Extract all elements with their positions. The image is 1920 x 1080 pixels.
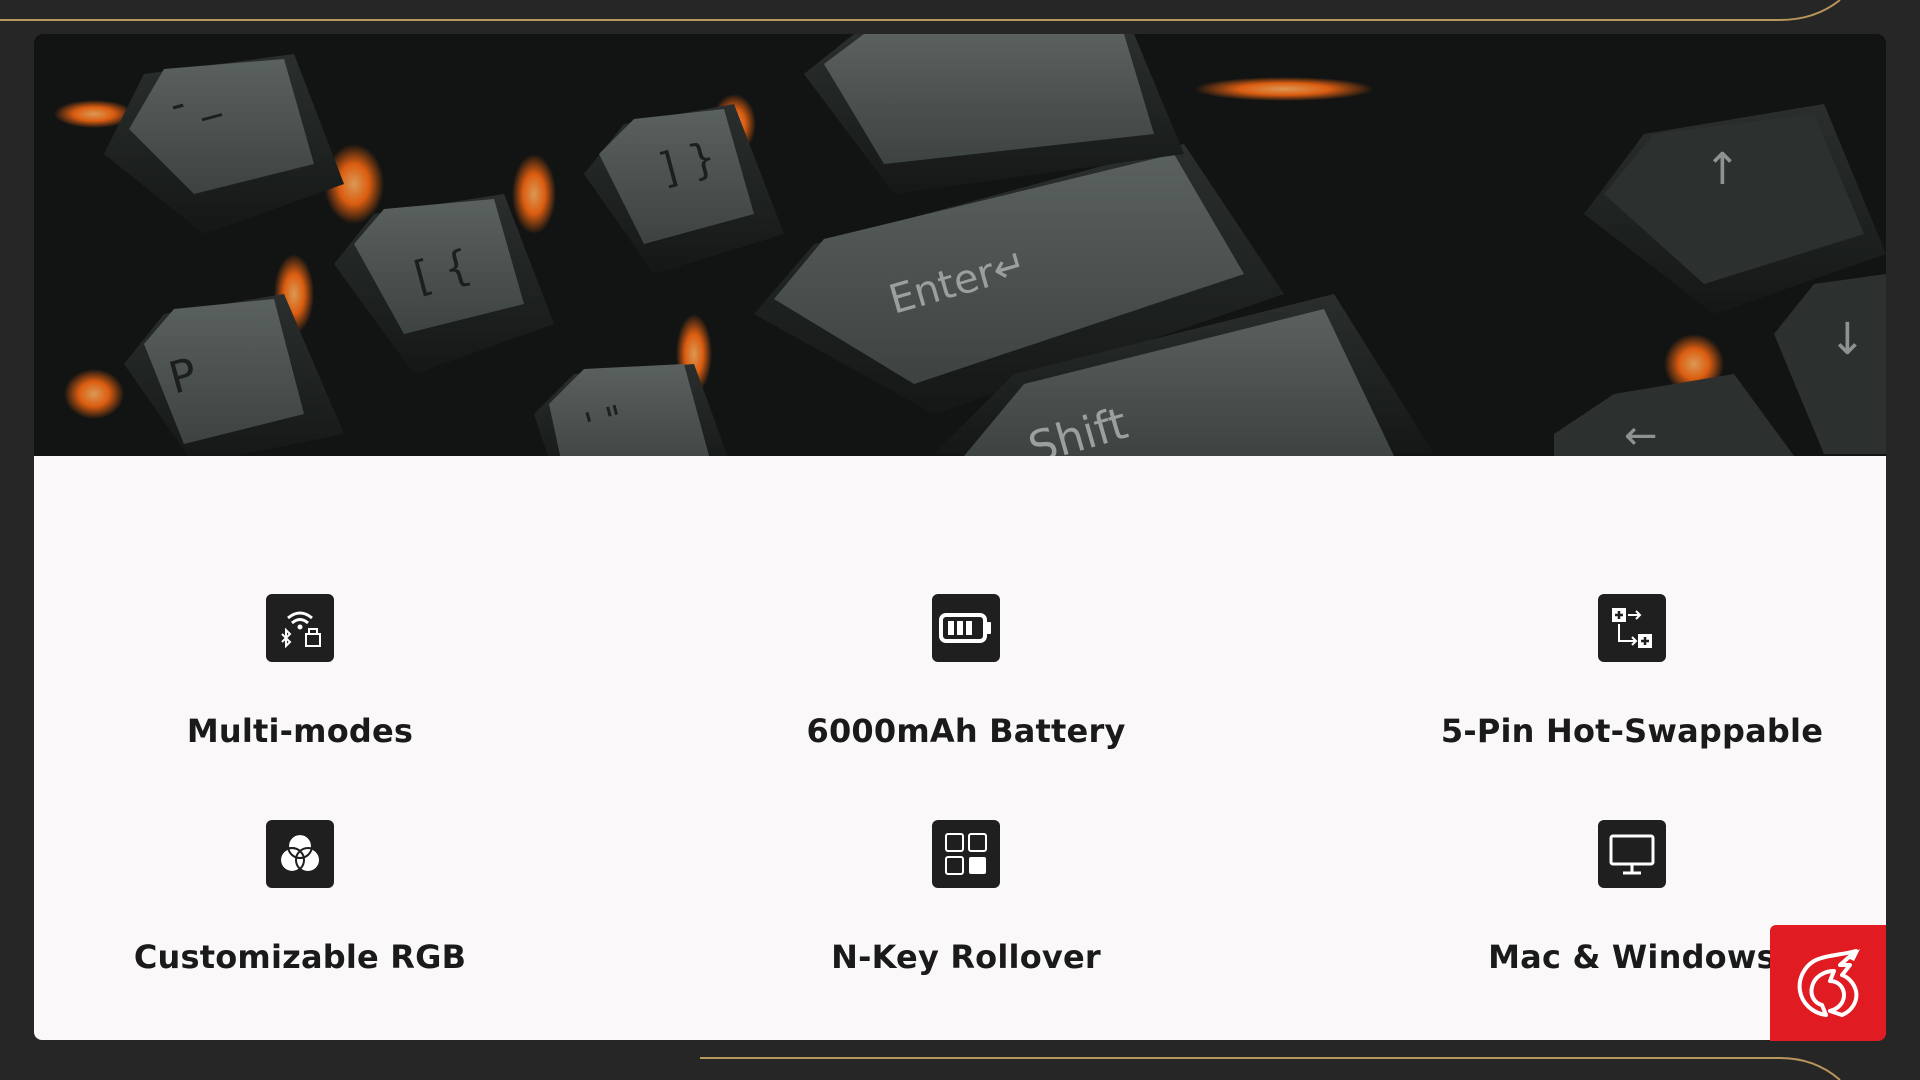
feature-label: Customizable RGB bbox=[133, 938, 467, 976]
feature-label: N-Key Rollover bbox=[831, 938, 1101, 976]
wireless-bluetooth-icon bbox=[266, 594, 334, 662]
feature-battery: 6000mAh Battery bbox=[666, 594, 1266, 750]
rgb-circles-icon bbox=[266, 820, 334, 888]
feature-label: Multi-modes bbox=[186, 712, 414, 750]
feature-label: 5-Pin Hot-Swappable bbox=[1440, 712, 1824, 750]
svg-text:←: ← bbox=[1624, 413, 1658, 456]
monitor-icon bbox=[1598, 820, 1666, 888]
feature-hot-swappable: 5-Pin Hot-Swappable bbox=[1332, 594, 1886, 750]
feature-card: - _ [ { ] } P ' " Enter↵ Shift ↑ ↓ ← Mul… bbox=[34, 34, 1886, 1040]
grid-keys-icon bbox=[932, 820, 1000, 888]
hot-swap-icon bbox=[1598, 594, 1666, 662]
feature-rgb: Customizable RGB bbox=[34, 820, 600, 976]
battery-icon bbox=[932, 594, 1000, 662]
hero-keyboard-image: - _ [ { ] } P ' " Enter↵ Shift ↑ ↓ ← bbox=[34, 34, 1886, 456]
feature-n-key-rollover: N-Key Rollover bbox=[666, 820, 1266, 976]
frame-line-bottom bbox=[700, 1057, 1841, 1080]
feature-grid: Multi-modes 6000mAh Battery 5-Pin Hot-Sw… bbox=[34, 456, 1886, 1040]
feature-label: 6000mAh Battery bbox=[806, 712, 1126, 750]
svg-text:↓: ↓ bbox=[1829, 314, 1866, 365]
dragon-logo-icon bbox=[1797, 949, 1860, 1017]
brand-logo-badge[interactable] bbox=[1770, 925, 1886, 1041]
feature-multi-modes: Multi-modes bbox=[34, 594, 600, 750]
svg-text:↑: ↑ bbox=[1704, 144, 1741, 195]
frame-line-top bbox=[0, 0, 1841, 21]
